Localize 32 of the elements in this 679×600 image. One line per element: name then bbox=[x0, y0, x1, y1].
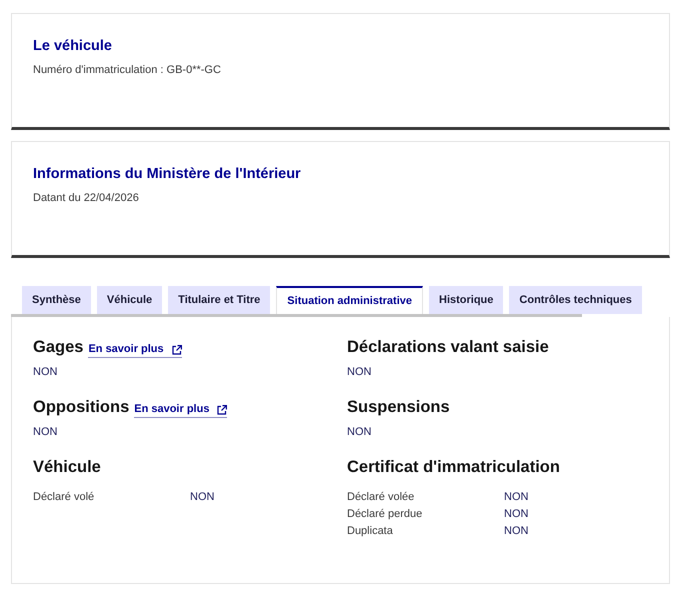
tab[interactable]: Contrôles techniques bbox=[509, 286, 642, 314]
field-label: Déclaré perdue bbox=[347, 507, 424, 522]
tab[interactable]: Synthèse bbox=[22, 286, 91, 314]
learn-more-link[interactable]: En savoir plus bbox=[134, 403, 228, 418]
status-value: NON bbox=[33, 425, 58, 439]
field-label: Déclaré volé bbox=[33, 490, 96, 505]
card-text: Numéro d'immatriculation : GB-0**-GC bbox=[33, 63, 222, 77]
section-heading: Véhicule bbox=[33, 457, 101, 478]
card-text: Datant du 22/04/2026 bbox=[33, 191, 140, 205]
section-heading: Suspensions bbox=[347, 397, 450, 418]
status-value: NON bbox=[33, 365, 58, 379]
field-label: Duplicata bbox=[347, 524, 394, 539]
external-link-icon bbox=[217, 404, 228, 414]
section-heading: Gages bbox=[33, 337, 84, 358]
field-value: NON bbox=[190, 490, 214, 505]
tab[interactable]: Situation administrative bbox=[276, 286, 423, 314]
status-value: NON bbox=[347, 425, 372, 439]
field-value: NON bbox=[504, 524, 528, 539]
card-title: Le véhicule bbox=[33, 37, 113, 55]
section-heading: Déclarations valant saisie bbox=[347, 337, 549, 358]
field-value: NON bbox=[504, 490, 528, 505]
tab[interactable]: Titulaire et Titre bbox=[168, 286, 270, 314]
field-label: Déclaré volée bbox=[347, 490, 416, 505]
tab[interactable]: Historique bbox=[429, 286, 504, 314]
status-value: NON bbox=[347, 365, 372, 379]
card-title: Informations du Ministère de l'Intérieur bbox=[33, 165, 302, 183]
section-heading: Oppositions bbox=[33, 397, 130, 418]
field-value: NON bbox=[504, 507, 528, 522]
external-link-icon bbox=[172, 344, 182, 354]
section-heading: Certificat d'immatriculation bbox=[347, 457, 560, 478]
tab[interactable]: Véhicule bbox=[96, 286, 162, 314]
learn-more-link[interactable]: En savoir plus bbox=[88, 343, 182, 358]
